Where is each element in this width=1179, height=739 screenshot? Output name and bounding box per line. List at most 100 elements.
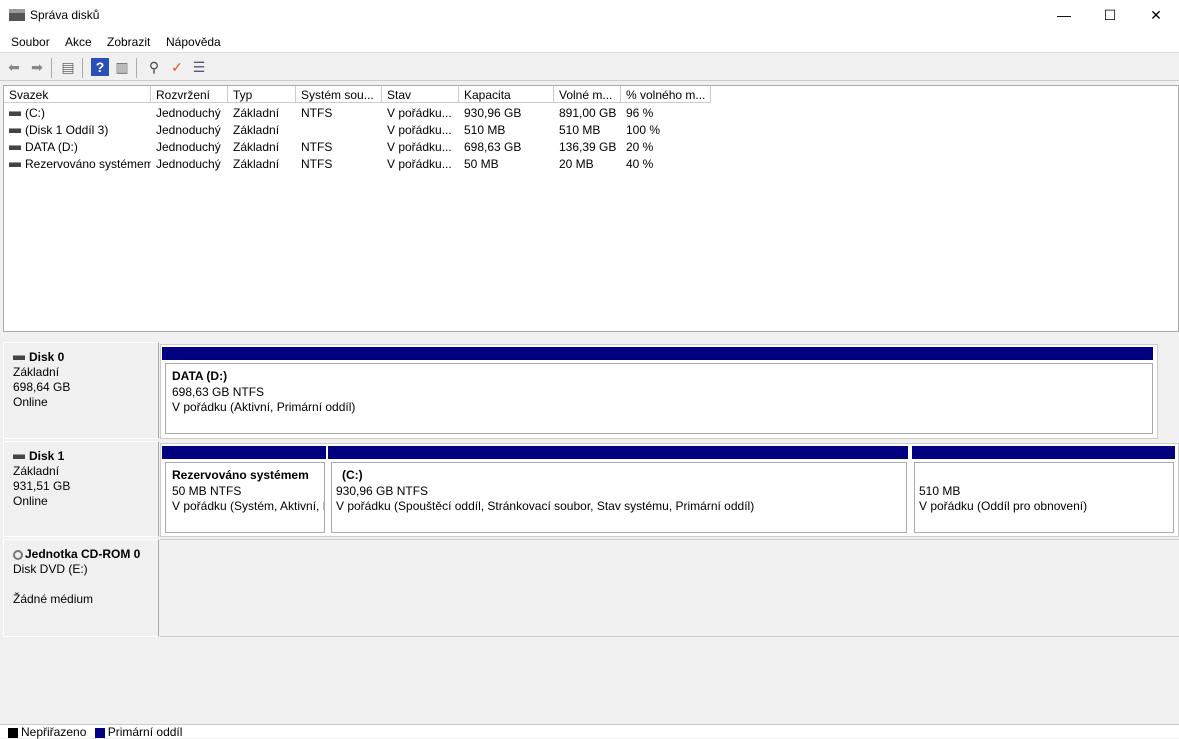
- menu-napoveda[interactable]: Nápověda: [166, 35, 221, 49]
- disk-management-icon: [9, 9, 25, 21]
- column-header-typ[interactable]: Typ: [228, 86, 296, 103]
- volume-cell[interactable]: Rezervováno systémem: [4, 155, 151, 172]
- menu-zobrazit[interactable]: Zobrazit: [107, 35, 150, 49]
- partition-size: 930,96 GB NTFS: [336, 483, 429, 498]
- volume-cell[interactable]: Jednoduchý: [151, 121, 228, 138]
- column-header-stav[interactable]: Stav: [382, 86, 459, 103]
- partition-data-d[interactable]: DATA (D:) 698,63 GB NTFS V pořádku (Akti…: [165, 363, 1153, 434]
- disk-type: Základní: [13, 464, 60, 478]
- volume-icon: [9, 111, 21, 117]
- volume-cell[interactable]: V pořádku...: [382, 104, 459, 121]
- maximize-button[interactable]: ☐: [1087, 0, 1133, 31]
- volume-cell[interactable]: V pořádku...: [382, 155, 459, 172]
- partition-status: V pořádku (Aktivní, Primární oddíl): [172, 400, 356, 414]
- cell-text: Jednoduchý: [156, 123, 221, 137]
- volume-cell[interactable]: Základní: [228, 104, 296, 121]
- volume-cell[interactable]: Základní: [228, 121, 296, 138]
- volume-cell[interactable]: 40 %: [621, 155, 711, 172]
- toolbar: ⬅ ➡ ▤ ? ▥ ⚲ ✓ ☰: [0, 54, 1179, 81]
- disk-0-label[interactable]: Disk 0 Základní 698,64 GB Online: [3, 342, 159, 439]
- volume-cell[interactable]: 891,00 GB: [554, 104, 621, 121]
- volume-cell[interactable]: 96 %: [621, 104, 711, 121]
- volume-cell[interactable]: Jednoduchý: [151, 138, 228, 155]
- help-icon[interactable]: ?: [91, 58, 109, 76]
- volume-cell[interactable]: Základní: [228, 155, 296, 172]
- minimize-button[interactable]: —: [1041, 0, 1087, 31]
- volume-cell[interactable]: 930,96 GB: [459, 104, 554, 121]
- disk-0-partitions: DATA (D:) 698,63 GB NTFS V pořádku (Akti…: [160, 344, 1158, 439]
- menu-bar: Soubor Akce Zobrazit Nápověda: [0, 31, 1179, 53]
- cell-text: NTFS: [301, 157, 333, 171]
- properties-icon[interactable]: ☰: [190, 58, 208, 76]
- volume-cell[interactable]: 100 %: [621, 121, 711, 138]
- cdrom-icon: [13, 549, 23, 560]
- cell-text: 891,00 GB: [559, 106, 617, 120]
- column-header-rozvrzeni[interactable]: Rozvržení: [151, 86, 228, 103]
- volume-cell[interactable]: NTFS: [296, 104, 382, 121]
- partition-reserved[interactable]: Rezervováno systémem 50 MB NTFS V pořádk…: [165, 462, 325, 533]
- column-header-procento[interactable]: % volného m...: [621, 86, 711, 103]
- disk-type: Základní: [13, 365, 60, 379]
- volume-cell[interactable]: 136,39 GB: [554, 138, 621, 155]
- volume-cell[interactable]: NTFS: [296, 138, 382, 155]
- volume-cell[interactable]: V pořádku...: [382, 138, 459, 155]
- check-icon[interactable]: ✓: [168, 58, 186, 76]
- disk-name: Disk 1: [29, 449, 65, 463]
- partition-name: Rezervováno systémem: [172, 468, 309, 482]
- cell-text: 136,39 GB: [559, 140, 617, 154]
- rescan-disks-icon[interactable]: ⚲: [145, 58, 163, 76]
- separator: [82, 58, 83, 78]
- column-header-kapacita[interactable]: Kapacita: [459, 86, 554, 103]
- volume-cell[interactable]: 20 %: [621, 138, 711, 155]
- column-header-volne[interactable]: Volné m...: [554, 86, 621, 103]
- partition-c[interactable]: (C:) 930,96 GB NTFS V pořádku (Spouštěcí…: [331, 462, 907, 533]
- volume-cell[interactable]: V pořádku...: [382, 121, 459, 138]
- disk-size: 931,51 GB: [13, 479, 71, 493]
- legend: Nepřiřazeno Primární oddíl: [0, 724, 1179, 739]
- forward-icon[interactable]: ➡: [28, 58, 46, 76]
- disk-1-label[interactable]: Disk 1 Základní 931,51 GB Online: [3, 441, 159, 537]
- volume-cell[interactable]: Základní: [228, 138, 296, 155]
- column-header-system[interactable]: Systém sou...: [296, 86, 382, 103]
- menu-akce[interactable]: Akce: [65, 35, 92, 49]
- disk-name: Disk 0: [29, 350, 65, 364]
- volume-cell[interactable]: 510 MB: [459, 121, 554, 138]
- cdrom-label[interactable]: Jednotka CD-ROM 0 Disk DVD (E:) Žádné mé…: [3, 539, 159, 637]
- volume-cell[interactable]: Jednoduchý: [151, 155, 228, 172]
- primary-partition-bar: [162, 446, 326, 459]
- volume-cell[interactable]: 20 MB: [554, 155, 621, 172]
- volume-cell[interactable]: 510 MB: [554, 121, 621, 138]
- partition-recovery[interactable]: 510 MB V pořádku (Oddíl pro obnovení): [914, 462, 1174, 533]
- cell-text: Jednoduchý: [156, 157, 221, 171]
- back-icon[interactable]: ⬅: [5, 58, 23, 76]
- volume-list: Svazek Rozvržení Typ Systém sou... Stav …: [3, 85, 1179, 332]
- disk-status: Online: [13, 395, 48, 409]
- volume-cell[interactable]: 698,63 GB: [459, 138, 554, 155]
- cell-text: V pořádku...: [387, 123, 452, 137]
- cell-text: Základní: [233, 140, 280, 154]
- volume-cell[interactable]: (C:): [4, 104, 151, 121]
- cell-text: 20 MB: [559, 157, 594, 171]
- cell-text: NTFS: [301, 140, 333, 154]
- column-header-svazek[interactable]: Svazek: [4, 86, 151, 103]
- cell-text: V pořádku...: [387, 106, 452, 120]
- legend-unallocated: Nepřiřazeno: [21, 725, 87, 739]
- volume-icon: [9, 162, 21, 168]
- close-button[interactable]: ✕: [1133, 0, 1179, 31]
- volume-cell[interactable]: NTFS: [296, 155, 382, 172]
- volume-icon: [9, 145, 21, 151]
- splitter[interactable]: [0, 333, 1179, 337]
- cdrom-status: Žádné médium: [13, 592, 94, 606]
- volume-cell[interactable]: [296, 121, 382, 138]
- volume-cell[interactable]: Jednoduchý: [151, 104, 228, 121]
- volume-cell[interactable]: DATA (D:): [4, 138, 151, 155]
- legend-primary: Primární oddíl: [107, 725, 183, 739]
- primary-partition-bar: [328, 446, 908, 459]
- console-tree-icon[interactable]: ▤: [59, 58, 77, 76]
- volume-cell[interactable]: (Disk 1 Oddíl 3): [4, 121, 151, 138]
- menu-soubor[interactable]: Soubor: [11, 35, 50, 49]
- volume-cell[interactable]: 50 MB: [459, 155, 554, 172]
- cell-text: 100 %: [626, 123, 661, 137]
- partition-name: [919, 468, 1167, 484]
- action-pane-icon[interactable]: ▥: [113, 58, 131, 76]
